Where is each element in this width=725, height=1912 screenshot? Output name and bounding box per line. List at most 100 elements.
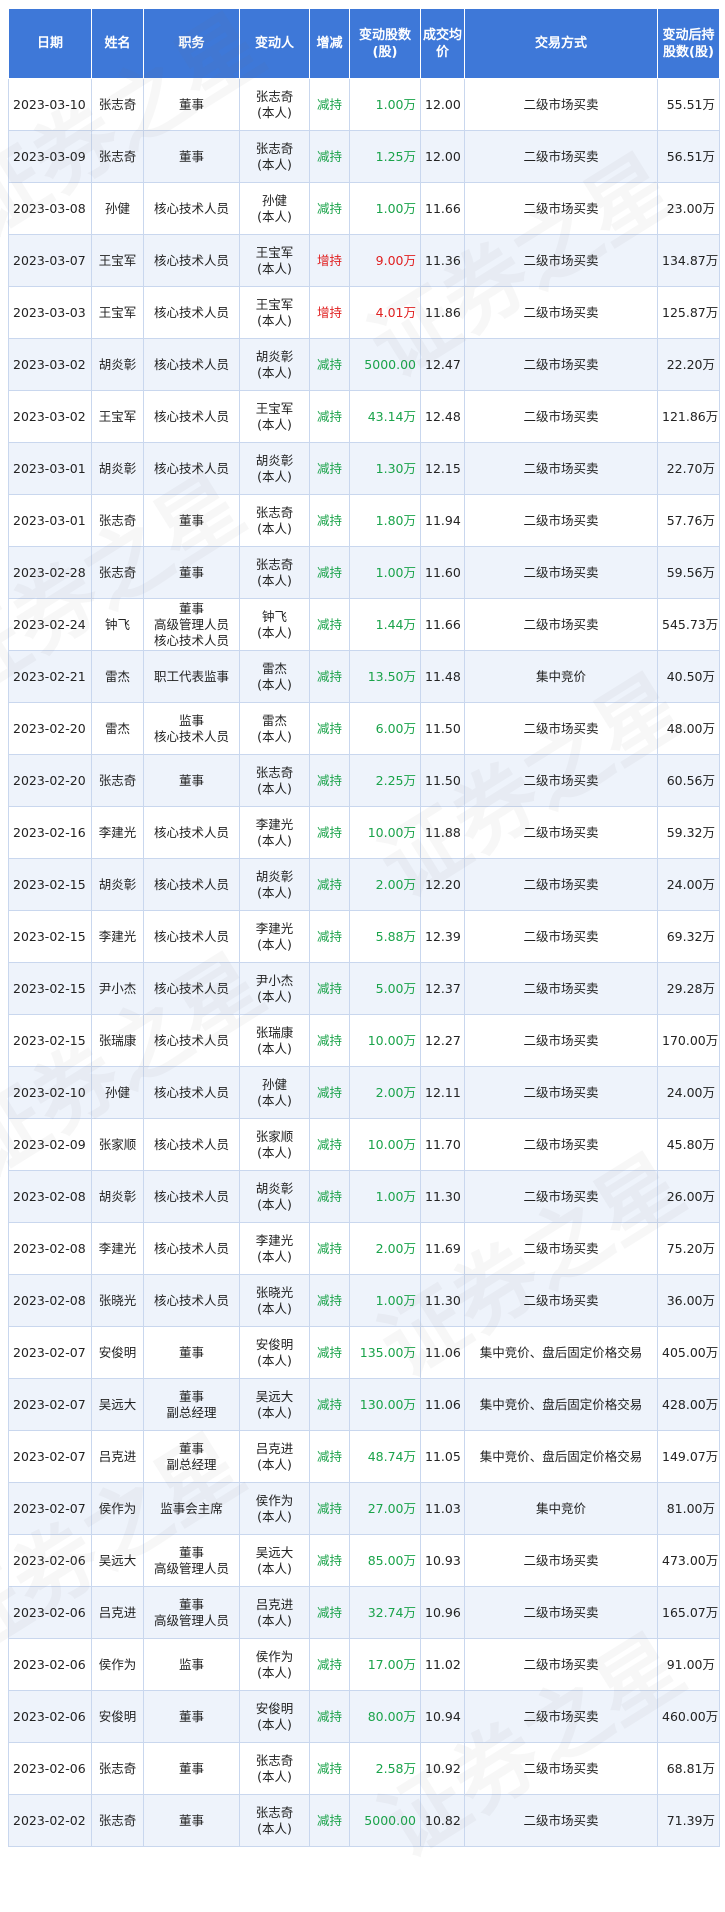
- cell-name: 李建光: [91, 910, 144, 963]
- cell-changer: 李建光 (本人): [239, 910, 310, 963]
- cell-date: 2023-02-06: [8, 1742, 92, 1795]
- cell-trade-method: 二级市场买卖: [464, 442, 658, 495]
- cell-change-shares: 4.01万: [349, 286, 421, 339]
- cell-direction: 减持: [309, 1794, 350, 1847]
- table-row: 2023-03-03 王宝军 核心技术人员 王宝军 (本人) 增持 4.01万 11.86 二级…: [8, 286, 720, 339]
- cell-direction: 减持: [309, 182, 350, 235]
- cell-trade-method: 二级市场买卖: [464, 754, 658, 807]
- cell-avg-price: 11.36: [420, 234, 465, 287]
- cell-shares-after: 121.86万: [657, 390, 720, 443]
- cell-change-shares: 13.50万: [349, 650, 421, 703]
- header-trade-method: 交易方式: [464, 8, 658, 79]
- cell-position: 核心技术人员: [143, 1066, 240, 1119]
- cell-changer: 李建光 (本人): [239, 1222, 310, 1275]
- cell-date: 2023-03-08: [8, 182, 92, 235]
- cell-direction: 减持: [309, 1066, 350, 1119]
- cell-name: 张志奇: [91, 130, 144, 183]
- cell-avg-price: 12.11: [420, 1066, 465, 1119]
- cell-change-shares: 5.88万: [349, 910, 421, 963]
- cell-date: 2023-03-10: [8, 78, 92, 131]
- cell-position: 核心技术人员: [143, 286, 240, 339]
- cell-shares-after: 81.00万: [657, 1482, 720, 1535]
- cell-name: 吕克进: [91, 1430, 144, 1483]
- cell-date: 2023-03-09: [8, 130, 92, 183]
- cell-change-shares: 1.00万: [349, 1274, 421, 1327]
- cell-changer: 雷杰 (本人): [239, 650, 310, 703]
- cell-shares-after: 405.00万: [657, 1326, 720, 1379]
- cell-avg-price: 12.27: [420, 1014, 465, 1067]
- cell-name: 钟飞: [91, 598, 144, 651]
- header-position: 职务: [143, 8, 240, 79]
- table-row: 2023-02-07 侯作为 监事会主席 侯作为 (本人) 减持 27.00万 11.03 集中…: [8, 1482, 720, 1535]
- cell-shares-after: 545.73万: [657, 598, 720, 651]
- cell-direction: 减持: [309, 598, 350, 651]
- cell-trade-method: 二级市场买卖: [464, 78, 658, 131]
- cell-position: 董事: [143, 1690, 240, 1743]
- cell-position: 监事: [143, 1638, 240, 1691]
- cell-direction: 减持: [309, 1378, 350, 1431]
- cell-position: 核心技术人员: [143, 234, 240, 287]
- cell-change-shares: 32.74万: [349, 1586, 421, 1639]
- cell-direction: 减持: [309, 1118, 350, 1171]
- cell-shares-after: 59.56万: [657, 546, 720, 599]
- table-row: 2023-02-24 钟飞 董事 高级管理人员 核心技术人员 钟飞 (本人) 减持 1.44万 1…: [8, 598, 720, 651]
- table-row: 2023-02-15 李建光 核心技术人员 李建光 (本人) 减持 5.88万 12.39 二级…: [8, 910, 720, 963]
- cell-changer: 侯作为 (本人): [239, 1482, 310, 1535]
- cell-name: 张晓光: [91, 1274, 144, 1327]
- cell-shares-after: 22.70万: [657, 442, 720, 495]
- cell-direction: 减持: [309, 494, 350, 547]
- cell-trade-method: 二级市场买卖: [464, 286, 658, 339]
- cell-direction: 减持: [309, 130, 350, 183]
- cell-date: 2023-03-03: [8, 286, 92, 339]
- cell-change-shares: 27.00万: [349, 1482, 421, 1535]
- cell-position: 核心技术人员: [143, 1014, 240, 1067]
- table-row: 2023-02-08 李建光 核心技术人员 李建光 (本人) 减持 2.00万 11.69 二级…: [8, 1222, 720, 1275]
- cell-name: 侯作为: [91, 1638, 144, 1691]
- cell-avg-price: 11.69: [420, 1222, 465, 1275]
- table-row: 2023-02-07 吕克进 董事 副总经理 吕克进 (本人) 减持 48.74万 11.05 集…: [8, 1430, 720, 1483]
- cell-trade-method: 二级市场买卖: [464, 702, 658, 755]
- cell-direction: 减持: [309, 1014, 350, 1067]
- cell-direction: 减持: [309, 1326, 350, 1379]
- cell-trade-method: 集中竞价、盘后固定价格交易: [464, 1326, 658, 1379]
- cell-position: 核心技术人员: [143, 390, 240, 443]
- cell-position: 董事: [143, 1742, 240, 1795]
- cell-avg-price: 12.15: [420, 442, 465, 495]
- header-change-shares: 变动股数(股): [349, 8, 421, 79]
- cell-shares-after: 24.00万: [657, 1066, 720, 1119]
- cell-shares-after: 149.07万: [657, 1430, 720, 1483]
- cell-trade-method: 二级市场买卖: [464, 338, 658, 391]
- cell-direction: 减持: [309, 650, 350, 703]
- cell-position: 董事: [143, 1794, 240, 1847]
- cell-position: 董事: [143, 754, 240, 807]
- cell-shares-after: 57.76万: [657, 494, 720, 547]
- cell-date: 2023-03-02: [8, 390, 92, 443]
- cell-avg-price: 10.82: [420, 1794, 465, 1847]
- cell-changer: 胡炎彰 (本人): [239, 338, 310, 391]
- cell-change-shares: 130.00万: [349, 1378, 421, 1431]
- cell-shares-after: 26.00万: [657, 1170, 720, 1223]
- cell-shares-after: 48.00万: [657, 702, 720, 755]
- table-row: 2023-02-08 张晓光 核心技术人员 张晓光 (本人) 减持 1.00万 11.30 二级…: [8, 1274, 720, 1327]
- cell-change-shares: 48.74万: [349, 1430, 421, 1483]
- cell-trade-method: 二级市场买卖: [464, 1118, 658, 1171]
- cell-change-shares: 6.00万: [349, 702, 421, 755]
- cell-name: 张志奇: [91, 1794, 144, 1847]
- cell-trade-method: 二级市场买卖: [464, 962, 658, 1015]
- cell-change-shares: 80.00万: [349, 1690, 421, 1743]
- cell-trade-method: 二级市场买卖: [464, 806, 658, 859]
- cell-change-shares: 10.00万: [349, 1118, 421, 1171]
- cell-change-shares: 85.00万: [349, 1534, 421, 1587]
- cell-position: 核心技术人员: [143, 910, 240, 963]
- holding-change-table-wrapper: 日期 姓名 职务 变动人 增减 变动股数(股) 成交均价 交易方式 变动后持股数…: [8, 8, 720, 1847]
- cell-position: 核心技术人员: [143, 962, 240, 1015]
- cell-avg-price: 11.66: [420, 598, 465, 651]
- cell-avg-price: 11.60: [420, 546, 465, 599]
- table-row: 2023-02-08 胡炎彰 核心技术人员 胡炎彰 (本人) 减持 1.00万 11.30 二级…: [8, 1170, 720, 1223]
- cell-direction: 减持: [309, 1222, 350, 1275]
- header-direction: 增减: [309, 8, 350, 79]
- cell-avg-price: 11.06: [420, 1326, 465, 1379]
- cell-position: 核心技术人员: [143, 1274, 240, 1327]
- cell-change-shares: 43.14万: [349, 390, 421, 443]
- cell-name: 吕克进: [91, 1586, 144, 1639]
